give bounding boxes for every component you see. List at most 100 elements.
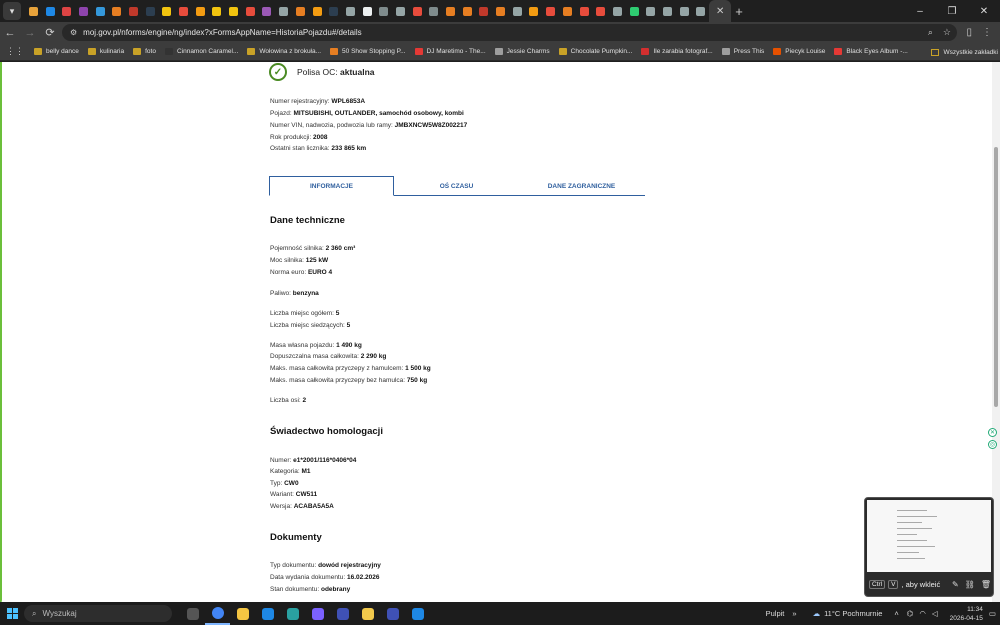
settings-circle-icon[interactable]: ◎ bbox=[988, 440, 997, 449]
browser-tab[interactable] bbox=[442, 0, 459, 22]
zoom-icon[interactable]: ⌕ bbox=[928, 27, 933, 38]
bookmark-item[interactable]: Press This bbox=[721, 48, 764, 55]
browser-tab[interactable] bbox=[659, 0, 676, 22]
tab-os-czasu[interactable]: OŚ CZASU bbox=[394, 176, 519, 196]
browser-tab[interactable] bbox=[559, 0, 576, 22]
volume-icon[interactable]: ◁ bbox=[932, 609, 938, 618]
bookmark-item[interactable]: DJ Maretimo - The... bbox=[414, 48, 486, 55]
apps-grid-icon[interactable]: ⋮⋮ bbox=[6, 46, 24, 57]
browser-tab[interactable] bbox=[75, 0, 92, 22]
menu-icon[interactable]: ⋮ bbox=[982, 27, 992, 38]
browser-tab[interactable] bbox=[459, 0, 476, 22]
browser-tab[interactable] bbox=[542, 0, 559, 22]
bookmark-item[interactable]: foto bbox=[133, 48, 156, 55]
bookmark-item[interactable]: Piecyk Louise bbox=[773, 48, 825, 55]
browser-tab[interactable] bbox=[175, 0, 192, 22]
browser-tab[interactable] bbox=[259, 0, 276, 22]
bookmark-item[interactable]: belly dance bbox=[34, 48, 79, 55]
bookmark-item[interactable]: Cinnamon Caramel... bbox=[164, 48, 238, 55]
browser-tab[interactable] bbox=[159, 0, 176, 22]
taskbar-app[interactable] bbox=[230, 602, 255, 625]
taskbar-search[interactable]: ⌕ Wyszukaj bbox=[24, 605, 172, 622]
browser-tab[interactable] bbox=[342, 0, 359, 22]
side-panel-icon[interactable]: ▯ bbox=[966, 27, 972, 38]
bookmark-item[interactable]: Black Eyes Album -... bbox=[834, 48, 908, 55]
forward-icon[interactable]: → bbox=[20, 23, 40, 43]
bookmark-item[interactable]: kulinaria bbox=[87, 48, 124, 55]
link-icon[interactable]: ⛓ bbox=[965, 580, 975, 589]
browser-tab[interactable] bbox=[292, 0, 309, 22]
browser-tab[interactable] bbox=[676, 0, 693, 22]
close-tab-icon[interactable]: ✕ bbox=[716, 6, 724, 17]
taskbar-app[interactable] bbox=[330, 602, 355, 625]
wifi-icon[interactable]: ◠ bbox=[919, 609, 926, 618]
taskbar-app[interactable] bbox=[355, 602, 380, 625]
browser-tab[interactable] bbox=[526, 0, 543, 22]
chevron-icon[interactable]: » bbox=[792, 609, 796, 618]
browser-tab[interactable] bbox=[592, 0, 609, 22]
notification-icon[interactable]: ▭ bbox=[989, 609, 996, 618]
browser-tab[interactable] bbox=[609, 0, 626, 22]
browser-tab[interactable] bbox=[626, 0, 643, 22]
browser-tab[interactable] bbox=[392, 0, 409, 22]
site-info-icon[interactable]: ⚙ bbox=[70, 28, 77, 37]
browser-tab[interactable] bbox=[492, 0, 509, 22]
tab-informacje[interactable]: INFORMACJE bbox=[269, 176, 394, 196]
bookmark-item[interactable]: Wołowina z brokuła... bbox=[247, 48, 321, 55]
close-circle-icon[interactable]: ✕ bbox=[988, 428, 997, 437]
taskbar-app[interactable] bbox=[205, 602, 230, 625]
taskbar-app[interactable] bbox=[405, 602, 430, 625]
browser-tab[interactable] bbox=[309, 0, 326, 22]
browser-tab[interactable] bbox=[476, 0, 493, 22]
browser-tab[interactable] bbox=[108, 0, 125, 22]
browser-tab[interactable] bbox=[509, 0, 526, 22]
bookmark-item[interactable]: Chocolate Pumpkin... bbox=[558, 48, 632, 55]
browser-tab[interactable] bbox=[92, 0, 109, 22]
browser-tab[interactable] bbox=[192, 0, 209, 22]
network-icon[interactable]: ⌬ bbox=[907, 609, 914, 618]
browser-tab[interactable] bbox=[375, 0, 392, 22]
reload-icon[interactable]: ⟳ bbox=[40, 23, 60, 43]
close-window-button[interactable]: ✕ bbox=[968, 0, 1000, 22]
bookmark-item[interactable]: Ile zarabia fotograf... bbox=[641, 48, 713, 55]
browser-tab[interactable] bbox=[125, 0, 142, 22]
address-bar[interactable]: ⚙ moj.gov.pl/nforms/engine/ng/index?xFor… bbox=[62, 24, 957, 41]
browser-tab[interactable] bbox=[242, 0, 259, 22]
tab-search-icon[interactable]: ▾ bbox=[3, 2, 21, 20]
all-bookmarks-folder[interactable]: Wszystkie zakładki bbox=[931, 43, 998, 61]
taskbar-app[interactable] bbox=[255, 602, 280, 625]
edit-icon[interactable]: ✎ bbox=[952, 580, 959, 589]
bookmark-item[interactable]: Jessie Charms bbox=[494, 48, 550, 55]
new-tab-button[interactable]: + bbox=[735, 4, 743, 19]
bookmark-star-icon[interactable]: ☆ bbox=[943, 27, 951, 38]
browser-tab[interactable] bbox=[359, 0, 376, 22]
bookmark-item[interactable]: 50 Show Stopping P... bbox=[330, 48, 406, 55]
browser-tab[interactable] bbox=[142, 0, 159, 22]
browser-tab[interactable] bbox=[576, 0, 593, 22]
taskbar-app[interactable] bbox=[180, 602, 205, 625]
taskbar-app[interactable] bbox=[380, 602, 405, 625]
browser-tab[interactable] bbox=[409, 0, 426, 22]
tray-up-icon[interactable]: ˄ bbox=[894, 609, 898, 618]
minimize-button[interactable]: – bbox=[904, 0, 936, 22]
tab-dane-zagraniczne[interactable]: DANE ZAGRANICZNE bbox=[519, 176, 644, 196]
browser-tab[interactable] bbox=[426, 0, 443, 22]
delete-icon[interactable]: 🗑 bbox=[981, 580, 991, 589]
maximize-button[interactable]: ❐ bbox=[936, 0, 968, 22]
browser-tab[interactable] bbox=[693, 0, 710, 22]
browser-tab[interactable] bbox=[642, 0, 659, 22]
browser-tab[interactable] bbox=[25, 0, 42, 22]
browser-tab[interactable] bbox=[209, 0, 226, 22]
scrollbar-thumb[interactable] bbox=[994, 147, 998, 407]
browser-tab[interactable] bbox=[42, 0, 59, 22]
browser-tab[interactable] bbox=[325, 0, 342, 22]
clipboard-popup[interactable]: Ctrl V , aby wkleić ✎ ⛓ 🗑 bbox=[864, 497, 994, 597]
desktop-label[interactable]: Pulpit bbox=[766, 609, 785, 618]
browser-tab[interactable]: ✕ bbox=[709, 0, 732, 22]
taskbar-app[interactable] bbox=[280, 602, 305, 625]
back-icon[interactable]: ← bbox=[0, 23, 20, 43]
weather-text[interactable]: 11°C Pochmurnie bbox=[824, 609, 882, 618]
screenshot-thumbnail[interactable] bbox=[867, 500, 991, 572]
browser-tab[interactable] bbox=[275, 0, 292, 22]
windows-start-icon[interactable] bbox=[7, 608, 18, 619]
